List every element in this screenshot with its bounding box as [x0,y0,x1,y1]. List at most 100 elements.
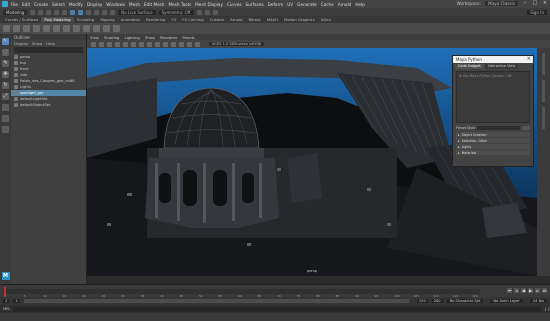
paint-select-icon[interactable]: ✎ [2,60,9,67]
menu-item-generate[interactable]: Generate [297,2,317,7]
shelf-tab-fx-caching[interactable]: FX Caching [179,17,206,22]
menu-item-arnold[interactable]: Arnold [338,2,352,7]
outliner-menu-show[interactable]: Show [32,41,42,46]
snap-curve-icon[interactable] [102,9,108,15]
live-surface-field[interactable]: No Live Surface [118,9,156,15]
fps-dropdown[interactable]: 24 fps [529,299,547,303]
shelf-tab-poly-modeling[interactable]: Poly Modeling [41,17,74,22]
menu-item-edit[interactable]: Edit [22,2,30,7]
snap-grid-icon[interactable] [94,9,100,15]
modeling-toolkit-tab[interactable] [542,107,545,129]
panel-menu-show[interactable]: Show [145,35,155,40]
anim-layer-dropdown[interactable]: No Anim Layer [490,299,523,303]
camera-attributes-icon[interactable] [99,41,104,47]
shelf-tab-animation[interactable]: Animation [118,17,143,22]
floating-panel-close-icon[interactable]: × [527,56,531,62]
menu-item-uv[interactable]: UV [287,2,293,7]
minimize-icon[interactable]: – [522,1,528,6]
time-slider-track[interactable] [4,289,480,294]
poly-cone-icon[interactable] [33,25,40,32]
menu-item-surfaces[interactable]: Surfaces [246,2,264,7]
select-tool-icon[interactable]: ↖ [2,38,9,45]
outliner-search-input[interactable] [14,47,83,53]
scale-tool-icon[interactable]: ⤢ [2,93,9,100]
shelf-tab-motion-graphics[interactable]: Motion Graphics [281,17,318,22]
panel-menu-renderer[interactable]: Renderer [160,35,177,40]
move-tool-icon[interactable]: ✥ [2,71,9,78]
sign-in-button[interactable]: Sign In [527,9,547,15]
multi-cut-icon[interactable] [113,25,120,32]
channel-box-collapsed[interactable] [537,48,550,276]
grid-icon[interactable] [123,41,128,47]
menu-item-mesh-display[interactable]: Mesh Display [195,2,223,7]
render-settings-icon[interactable] [212,9,218,15]
go-to-start-icon[interactable]: ⏮ [507,288,512,293]
select-camera-icon[interactable] [91,41,96,47]
playback-end-field[interactable]: 120 [416,299,428,303]
open-scene-icon[interactable] [38,9,44,15]
tab-interactive-view[interactable]: Interactive View [484,64,519,69]
step-back-icon[interactable]: ◂ [514,288,519,293]
script-editor-area[interactable]: # Use Maya Python Console / OK [456,71,530,123]
attribute-editor-tab[interactable] [542,53,545,75]
tab-code-snippet[interactable]: Code Snippet [455,64,484,69]
menu-item-select[interactable]: Select [52,2,65,7]
use-lights-icon[interactable] [163,41,168,47]
command-language-label[interactable]: MEL [3,307,10,311]
shelf-tab-rendering[interactable]: Rendering [143,17,168,22]
rotate-tool-icon[interactable]: ↻ [2,82,9,89]
poly-plane-icon[interactable] [53,25,60,32]
poly-sphere-icon[interactable] [3,25,10,32]
shelf-tab-fx[interactable]: FX [168,17,179,22]
character-set-dropdown[interactable]: No Character Set [446,299,484,303]
wireframe-icon[interactable] [139,41,144,47]
maximize-icon[interactable]: □ [532,1,538,6]
animation-end-field[interactable]: 200 [431,299,443,303]
menu-item-deform[interactable]: Deform [268,2,284,7]
shelf-tab-mash[interactable]: MASH [264,17,281,22]
outliner-row[interactable]: defaultObjectSet [11,102,86,108]
animation-start-field[interactable]: 1 [3,299,10,303]
select-component-icon[interactable] [86,9,92,15]
ipr-render-icon[interactable] [204,9,210,15]
step-forward-icon[interactable]: ▸ [535,288,540,293]
section-selection[interactable]: ▸ Selection, Other [456,138,530,143]
undo-icon[interactable] [54,9,60,15]
shelf-tab-curves[interactable]: Curves / Surfaces [2,17,41,22]
ambient-occlusion-icon[interactable] [179,41,184,47]
symmetry-field[interactable]: Symmetry: Off [158,9,194,15]
go-to-end-icon[interactable]: ⏭ [542,288,547,293]
redo-icon[interactable] [62,9,68,15]
script-editor-icon[interactable]: { } [544,307,550,311]
menu-set-dropdown[interactable]: Modeling [3,9,28,15]
lasso-tool-icon[interactable]: ◌ [2,49,9,56]
single-perspective-layout-icon[interactable] [2,104,9,111]
preset-style-field[interactable] [476,126,520,130]
play-backward-icon[interactable]: ◀ [521,288,526,293]
panel-menu-panels[interactable]: Panels [182,35,194,40]
select-object-icon[interactable] [78,9,84,15]
menu-item-display[interactable]: Display [87,2,102,7]
shelf-tab-arnold[interactable]: Arnold [227,17,245,22]
menu-item-mesh[interactable]: Mesh [129,2,140,7]
snap-point-icon[interactable] [110,9,116,15]
time-slider[interactable]: 1 5 10 15 20 25 30 35 40 45 50 55 60 65 70 75 80 85 90 95 10… [0,284,550,298]
shelf-tab-sculpting[interactable]: Sculpting [74,17,98,22]
bevel-icon[interactable] [103,25,110,32]
separate-icon[interactable] [73,25,80,32]
extrude-icon[interactable] [83,25,90,32]
preset-style-button[interactable] [522,126,530,130]
save-scene-icon[interactable] [46,9,52,15]
poly-torus-icon[interactable] [43,25,50,32]
smooth-shade-icon[interactable] [147,41,152,47]
playback-start-field[interactable]: 1 [13,299,20,303]
menu-item-create[interactable]: Create [34,2,48,7]
close-icon[interactable]: × [542,1,548,6]
panel-menu-view[interactable]: View [90,35,99,40]
section-materials[interactable]: ▸ Materials [456,150,530,155]
menu-item-edit-mesh[interactable]: Edit Mesh [144,2,164,7]
shelf-tab-xgen[interactable]: XGen [318,17,334,22]
xray-icon[interactable] [187,41,192,47]
poly-cylinder-icon[interactable] [23,25,30,32]
command-input[interactable] [13,306,542,312]
